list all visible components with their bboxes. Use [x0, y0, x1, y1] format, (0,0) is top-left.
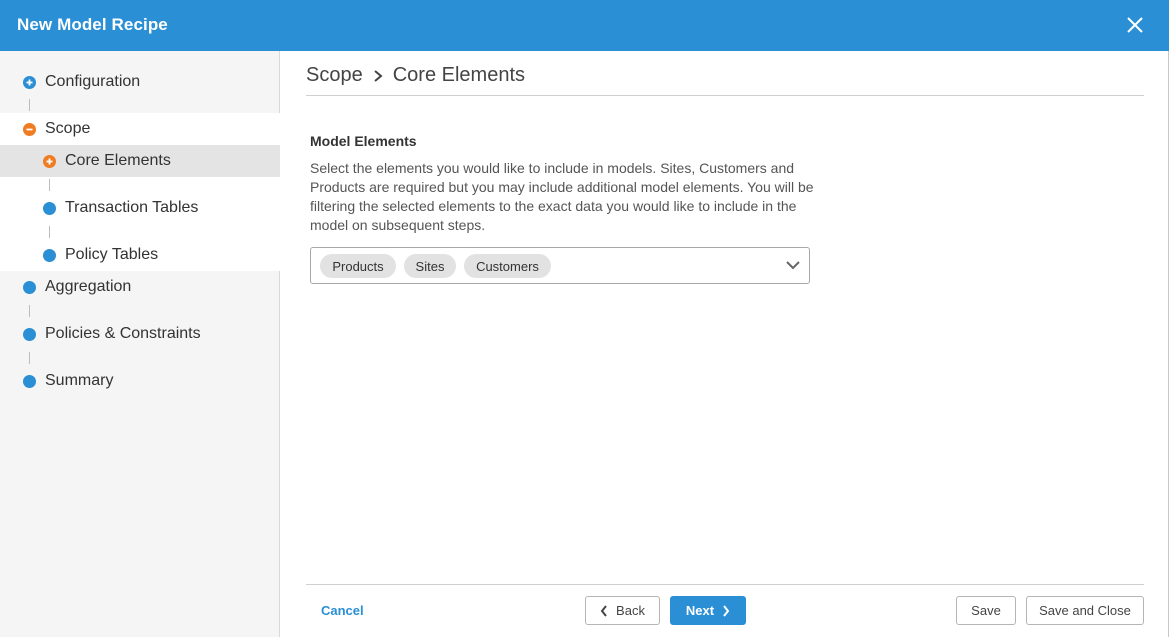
chip-customers[interactable]: Customers [464, 254, 551, 278]
sidebar-item-policies-constraints[interactable]: Policies & Constraints [23, 322, 201, 346]
step-connector [29, 99, 30, 111]
chip-sites[interactable]: Sites [404, 254, 456, 278]
wizard-step-nav: Configuration Scope Core Elements Transa… [0, 51, 280, 637]
chip-products[interactable]: Products [320, 254, 396, 278]
header-divider [306, 95, 1144, 96]
section-description: Select the elements you would like to in… [310, 160, 814, 233]
cancel-link[interactable]: Cancel [321, 603, 364, 618]
sidebar-item-label: Summary [45, 372, 114, 389]
save-and-close-button[interactable]: Save and Close [1026, 596, 1144, 625]
model-elements-multiselect[interactable]: Products Sites Customers [310, 247, 810, 284]
breadcrumb-current: Core Elements [392, 64, 525, 86]
step-connector [49, 179, 50, 191]
footer-divider [306, 584, 1144, 585]
next-button[interactable]: Next [670, 596, 746, 625]
breadcrumb: Scope Core Elements [306, 64, 525, 87]
collapse-minus-icon [23, 122, 36, 136]
step-dot-icon [23, 374, 36, 388]
chevron-down-icon[interactable] [785, 259, 801, 271]
new-model-recipe-dialog: New Model Recipe Configuration Scope Cor… [0, 0, 1169, 637]
expand-plus-icon [23, 75, 36, 89]
close-icon[interactable] [1122, 12, 1148, 38]
chevron-right-icon [723, 604, 730, 617]
sidebar-item-aggregation[interactable]: Aggregation [23, 275, 131, 299]
sidebar-item-scope[interactable]: Scope [23, 117, 90, 141]
sidebar-item-policy-tables[interactable]: Policy Tables [43, 243, 158, 267]
step-connector [29, 305, 30, 317]
dialog-header: New Model Recipe [0, 0, 1169, 51]
sidebar-item-label: Scope [45, 120, 91, 137]
chevron-left-icon [600, 604, 607, 617]
step-dot-icon [23, 327, 36, 341]
step-dot-icon [23, 280, 36, 294]
save-button[interactable]: Save [956, 596, 1016, 625]
sidebar-item-core-elements[interactable]: Core Elements [43, 149, 171, 173]
back-button[interactable]: Back [585, 596, 660, 625]
chevron-right-icon [374, 69, 383, 82]
sidebar-item-label: Configuration [45, 73, 141, 90]
sidebar-item-label: Transaction Tables [65, 199, 199, 216]
sidebar-item-label: Policies & Constraints [45, 325, 201, 342]
step-connector [29, 352, 30, 364]
next-button-label: Next [685, 603, 715, 618]
expand-plus-icon [43, 154, 56, 168]
step-content: Scope Core Elements Model Elements Selec… [306, 51, 1144, 637]
dialog-title: New Model Recipe [17, 15, 168, 34]
section-label: Model Elements [310, 133, 417, 149]
step-connector [49, 226, 50, 238]
sidebar-item-label: Policy Tables [65, 246, 159, 263]
sidebar-item-summary[interactable]: Summary [23, 369, 113, 393]
sidebar-item-label: Aggregation [45, 278, 132, 295]
sidebar-item-transaction-tables[interactable]: Transaction Tables [43, 196, 198, 220]
step-dot-icon [43, 248, 56, 262]
sidebar-item-configuration[interactable]: Configuration [23, 70, 140, 94]
step-dot-icon [43, 201, 56, 215]
breadcrumb-parent: Scope [306, 64, 363, 86]
sidebar-item-label: Core Elements [65, 152, 171, 169]
back-button-label: Back [616, 603, 645, 618]
